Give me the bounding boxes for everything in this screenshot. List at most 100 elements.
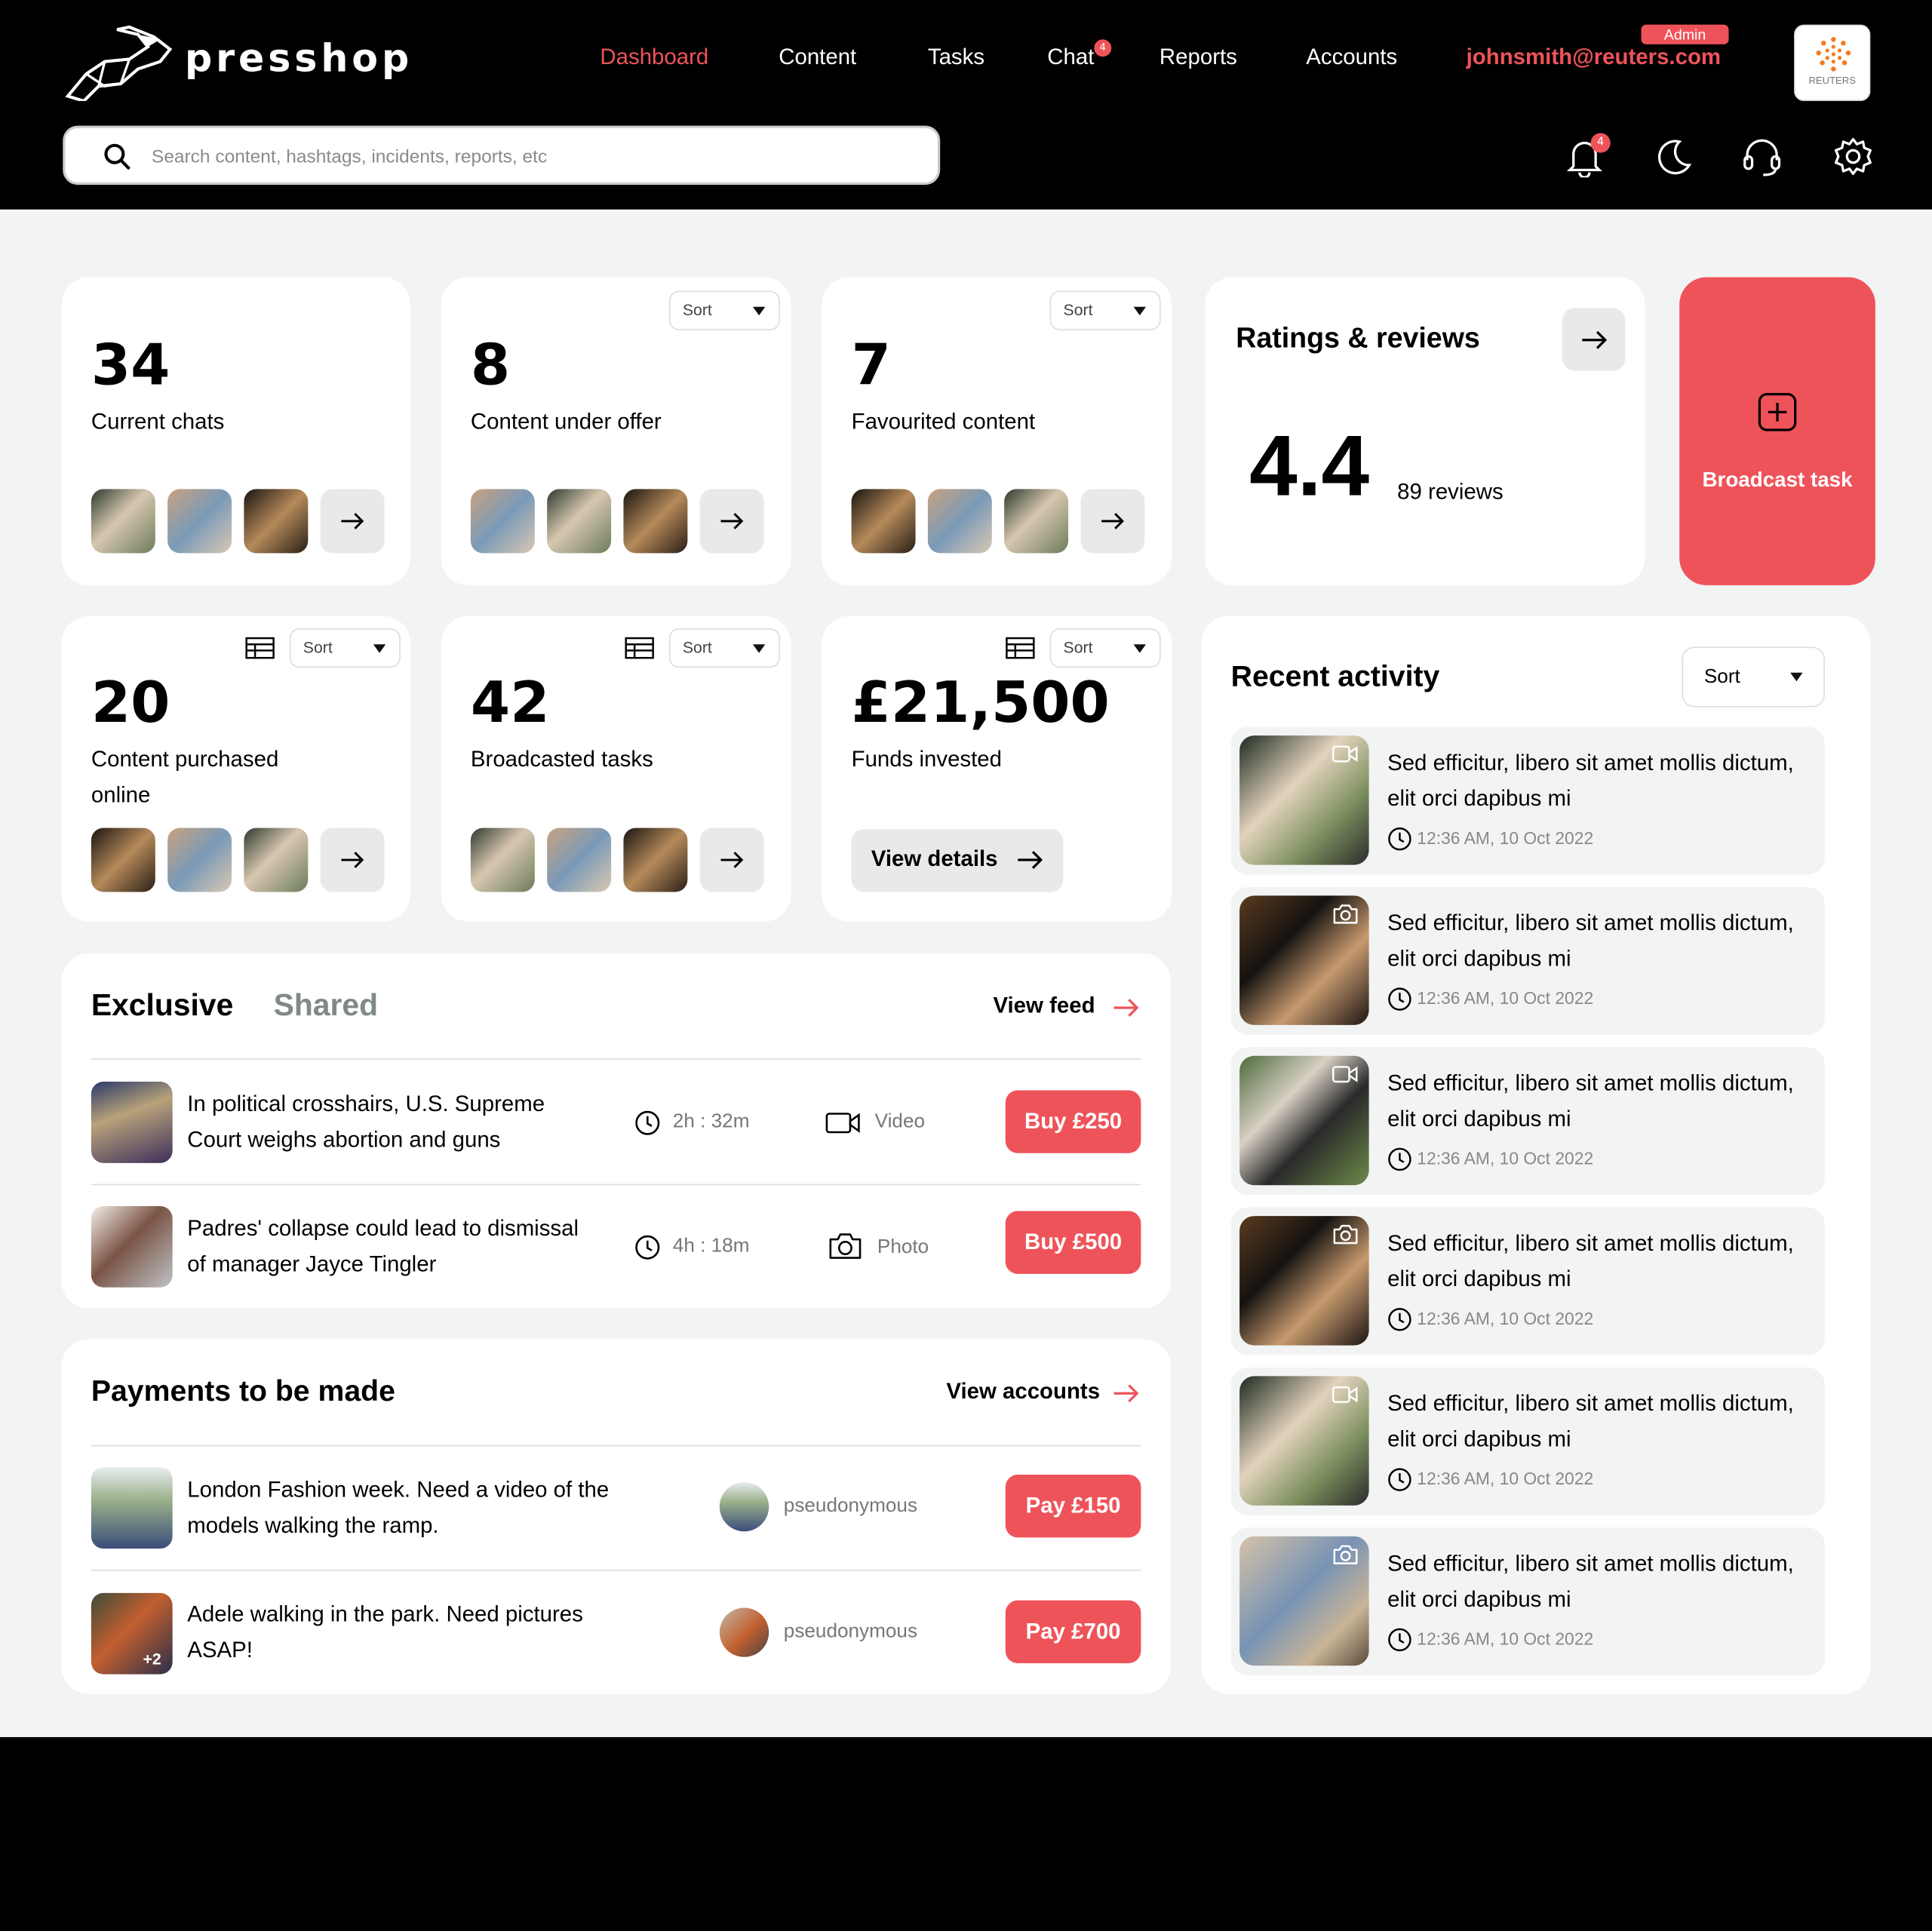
open-ratings-button[interactable] [1562, 308, 1626, 371]
moon-icon[interactable] [1652, 136, 1694, 178]
sort-dropdown[interactable]: Sort [289, 628, 401, 668]
activity-item[interactable]: Sed efficitur, libero sit amet mollis di… [1230, 886, 1825, 1035]
open-purchased-button[interactable] [320, 827, 385, 892]
table-view-icon[interactable] [625, 637, 654, 659]
table-view-icon[interactable] [1006, 637, 1035, 659]
arrow-right-icon[interactable] [1113, 998, 1140, 1018]
view-accounts-link[interactable]: View accounts [946, 1379, 1100, 1405]
recent-activity-card: Recent activity Sort Sed efficitur, libe… [1201, 616, 1871, 1694]
buy-button[interactable]: Buy £500 [1005, 1211, 1141, 1274]
clock-icon [1388, 987, 1411, 1011]
headset-icon[interactable] [1741, 136, 1783, 178]
thumbnail-image[interactable] [470, 827, 535, 892]
gear-icon[interactable] [1832, 136, 1875, 178]
tab-exclusive[interactable]: Exclusive [91, 988, 233, 1024]
camera-icon [1333, 1545, 1358, 1564]
view-feed-link[interactable]: View feed [993, 993, 1095, 1018]
activity-time: 12:36 AM, 10 Oct 2022 [1387, 1147, 1593, 1171]
thumbnail-image[interactable] [244, 489, 309, 554]
search-bar[interactable] [63, 125, 941, 185]
sort-dropdown[interactable]: Sort [1049, 290, 1161, 330]
broadcast-task-button[interactable]: Broadcast task [1679, 277, 1875, 585]
feed-item-type: Photo [877, 1236, 929, 1258]
open-chats-button[interactable] [320, 489, 385, 554]
buy-button[interactable]: Buy £250 [1005, 1090, 1141, 1153]
activity-time-label: 12:36 AM, 10 Oct 2022 [1417, 1468, 1594, 1489]
activity-time: 12:36 AM, 10 Oct 2022 [1387, 987, 1593, 1011]
thumbnail-image[interactable] [91, 489, 155, 554]
thumbnail-image[interactable] [927, 489, 992, 554]
feed-thumbnail[interactable] [91, 1082, 173, 1163]
activity-item[interactable]: Sed efficitur, libero sit amet mollis di… [1230, 1367, 1825, 1515]
open-offers-button[interactable] [699, 489, 764, 554]
sort-dropdown[interactable]: Sort [668, 628, 780, 668]
stat-card-favourited: Sort 7 Favourited content [822, 277, 1172, 585]
sort-dropdown[interactable]: Sort [1049, 628, 1161, 668]
thumbnail-image[interactable] [851, 489, 916, 554]
avatar[interactable] [719, 1481, 769, 1532]
stat-label: Broadcasted tasks [470, 746, 653, 772]
thumbnail-image[interactable] [91, 827, 155, 892]
username[interactable]: pseudonymous [784, 1621, 917, 1643]
username[interactable]: pseudonymous [784, 1496, 917, 1518]
thumbnail-image[interactable] [167, 827, 232, 892]
user-email[interactable]: johnsmith@reuters.com [1467, 45, 1721, 70]
thumbnail-image[interactable] [623, 489, 688, 554]
video-camera-icon [1332, 1386, 1358, 1403]
nav-content[interactable]: Content [779, 45, 856, 70]
activity-item[interactable]: Sed efficitur, libero sit amet mollis di… [1230, 726, 1825, 875]
activity-item[interactable]: Sed efficitur, libero sit amet mollis di… [1230, 1207, 1825, 1355]
view-details-button[interactable]: View details [851, 829, 1064, 892]
feed-item-type: Video [874, 1111, 926, 1133]
app-root: presshop Dashboard Content Tasks Chat 4 … [0, 0, 1932, 1931]
activity-item[interactable]: Sed efficitur, libero sit amet mollis di… [1230, 1047, 1825, 1196]
nav-tasks[interactable]: Tasks [928, 45, 984, 70]
plus-square-icon [1758, 393, 1797, 431]
sort-dropdown[interactable]: Sort [668, 290, 780, 330]
clock-icon [1388, 827, 1411, 851]
sort-label: Sort [1063, 638, 1093, 657]
sort-label: Sort [682, 638, 712, 657]
org-logo[interactable]: REUTERS [1794, 24, 1871, 101]
feed-item-title[interactable]: In political crosshairs, U.S. Supreme Co… [187, 1087, 594, 1159]
thumbnail-image[interactable] [244, 827, 309, 892]
pay-button[interactable]: Pay £700 [1005, 1600, 1141, 1663]
activity-item[interactable]: Sed efficitur, libero sit amet mollis di… [1230, 1527, 1825, 1676]
nav-accounts[interactable]: Accounts [1306, 45, 1397, 70]
task-title[interactable]: London Fashion week. Need a video of the… [187, 1472, 619, 1544]
feed-item-title[interactable]: Padres' collapse could lead to dismissal… [187, 1211, 594, 1283]
thumbnail-image[interactable] [547, 489, 612, 554]
rabbit-logo-icon[interactable] [62, 25, 173, 101]
search-input[interactable] [151, 137, 891, 175]
thumbnail-image[interactable] [167, 489, 232, 554]
divider [91, 1569, 1141, 1571]
reuters-dots-icon [1816, 36, 1851, 72]
thumbnail-image[interactable] [470, 489, 535, 554]
avatar[interactable] [719, 1607, 769, 1657]
task-thumbnail[interactable] [91, 1467, 173, 1549]
sort-dropdown[interactable]: Sort [1682, 646, 1825, 708]
nav-reports[interactable]: Reports [1160, 45, 1237, 70]
thumbnail-image[interactable] [1004, 489, 1069, 554]
pay-button[interactable]: Pay £150 [1005, 1475, 1141, 1538]
nav-dashboard[interactable]: Dashboard [600, 45, 708, 70]
activity-image [1239, 1376, 1369, 1506]
tab-shared[interactable]: Shared [274, 988, 378, 1024]
view-details-label: View details [871, 846, 998, 871]
stat-label: Content purchased online [91, 746, 279, 807]
table-view-icon[interactable] [245, 637, 275, 659]
open-favourites-button[interactable] [1080, 489, 1145, 554]
arrow-right-icon[interactable] [1113, 1383, 1140, 1403]
thumbnail-image[interactable] [623, 827, 688, 892]
thumbnail-image[interactable] [547, 827, 612, 892]
activity-text: Sed efficitur, libero sit amet mollis di… [1387, 1070, 1794, 1131]
feed-thumbnail[interactable] [91, 1206, 173, 1288]
activity-time-label: 12:36 AM, 10 Oct 2022 [1417, 1308, 1594, 1328]
sort-label: Sort [303, 638, 333, 657]
task-title[interactable]: Adele walking in the park. Need pictures… [187, 1597, 631, 1669]
open-broadcasted-button[interactable] [699, 827, 764, 892]
activity-text: Sed efficitur, libero sit amet mollis di… [1387, 910, 1794, 972]
task-thumbnail[interactable]: +2 [91, 1592, 173, 1675]
admin-badge: Admin [1641, 24, 1729, 45]
nav-chat[interactable]: Chat [1047, 45, 1094, 70]
